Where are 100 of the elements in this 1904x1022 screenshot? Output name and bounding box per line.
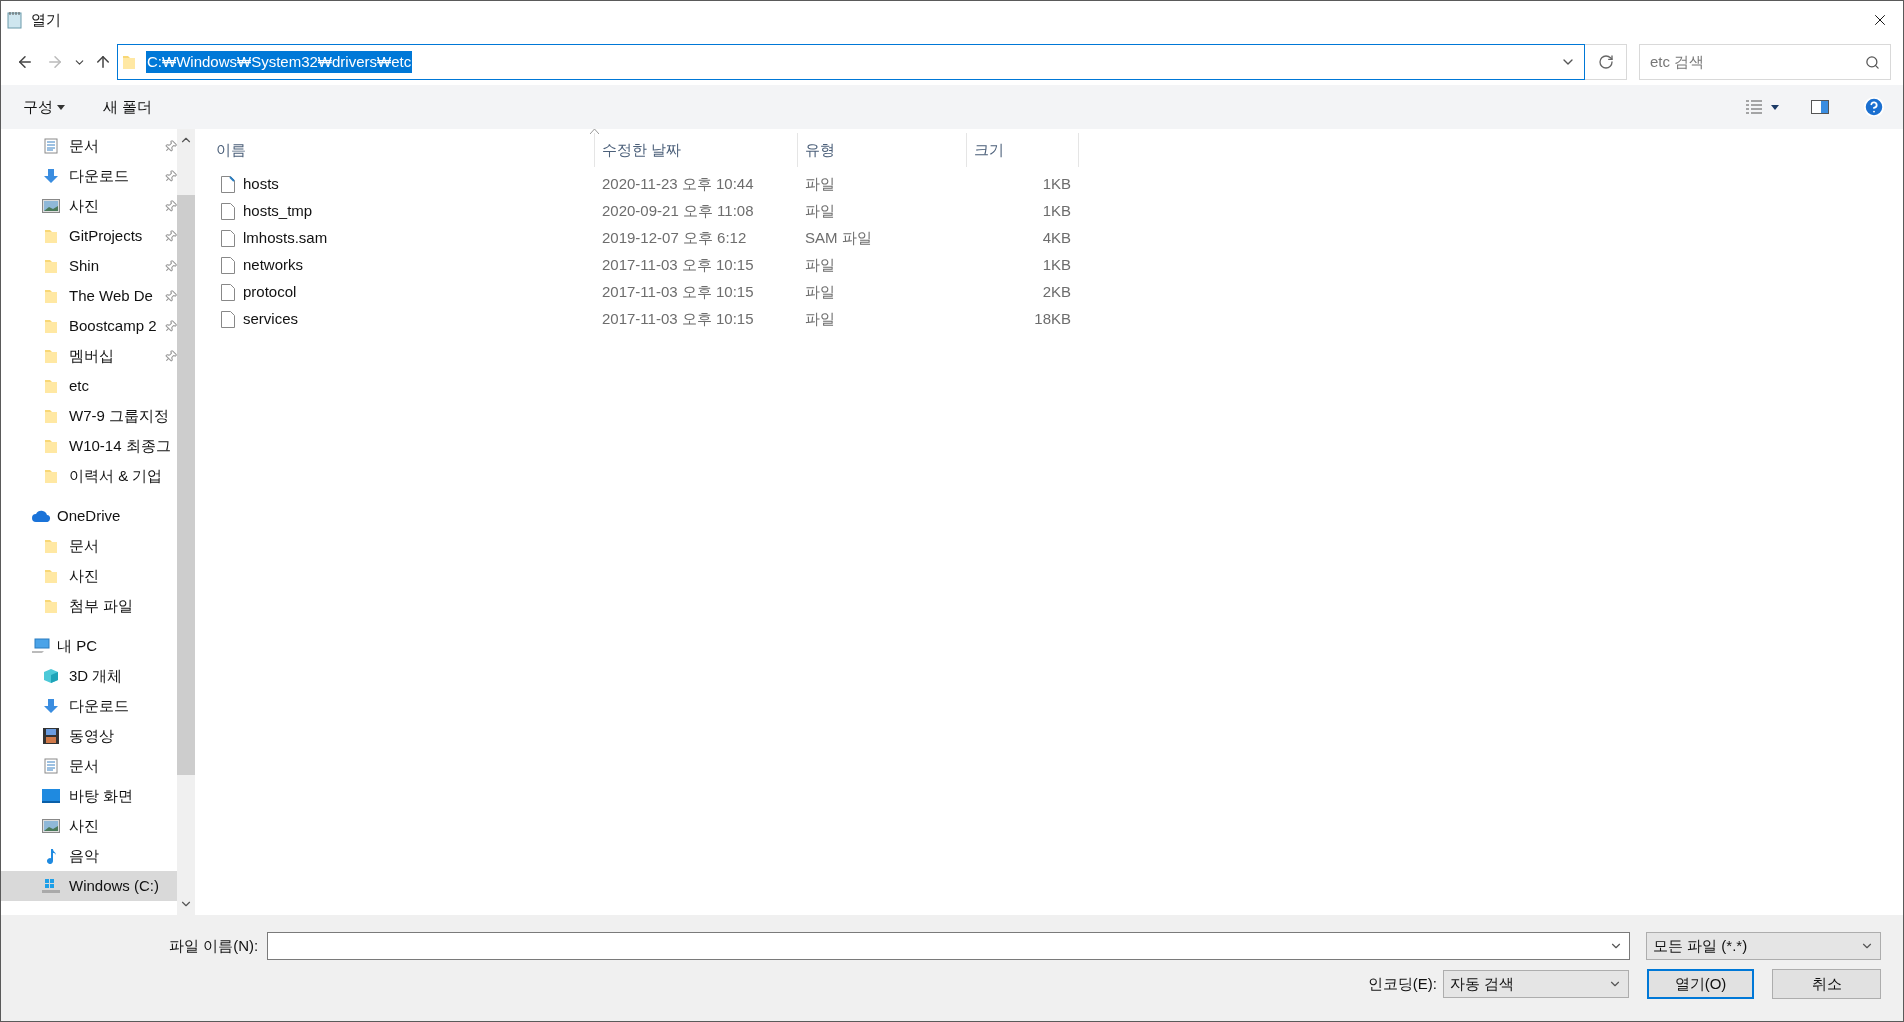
folder-icon — [44, 468, 58, 484]
modified-date: 2017-11-03 오후 10:15 — [601, 309, 755, 330]
new-folder-button[interactable]: 새 폴더 — [103, 95, 153, 119]
sidebar-item[interactable]: 문서 — [1, 131, 177, 161]
file-type: 파일 — [804, 174, 836, 195]
organize-menu-button[interactable]: 구성 — [23, 95, 65, 119]
folder-icon — [44, 318, 58, 334]
sidebar-item[interactable]: etc — [1, 371, 177, 401]
preview-pane-button[interactable] — [1811, 100, 1829, 114]
desktop-icon — [42, 789, 60, 803]
sidebar-item[interactable]: 사진 — [1, 191, 177, 221]
sidebar-item[interactable]: OneDrive — [1, 501, 177, 531]
sidebar-item[interactable]: Shin — [1, 251, 177, 281]
details-view-icon — [1745, 100, 1763, 114]
modified-date: 2017-11-03 오후 10:15 — [601, 282, 755, 303]
sidebar-item[interactable]: 사진 — [1, 561, 177, 591]
sidebar-item[interactable]: 내 PC — [1, 631, 177, 661]
folder-icon — [122, 54, 136, 70]
file-name-field[interactable] — [267, 932, 1630, 960]
view-options-button[interactable] — [1745, 100, 1779, 114]
sidebar-item[interactable]: 바탕 화면 — [1, 781, 177, 811]
sidebar-scrollbar[interactable] — [177, 129, 195, 915]
search-icon — [1865, 54, 1880, 70]
file-size: 2KB — [1042, 282, 1071, 303]
music-note-icon — [45, 848, 57, 864]
file-type: 파일 — [804, 309, 836, 330]
cube-icon — [43, 668, 59, 684]
file-name: networks — [243, 255, 304, 276]
file-row[interactable]: hosts 2020-11-23 오후 10:44 파일 1KB — [215, 171, 1903, 198]
column-header[interactable]: 크기 — [974, 138, 1004, 162]
file-name: protocol — [243, 282, 297, 303]
caret-icon — [1771, 104, 1779, 110]
file-row[interactable]: hosts_tmp 2020-09-21 오후 11:08 파일 1KB — [215, 198, 1903, 225]
download-arrow-icon — [43, 168, 59, 184]
modified-date: 2017-11-03 오후 10:15 — [601, 255, 755, 276]
file-size: 1KB — [1042, 174, 1071, 195]
folder-icon — [44, 438, 58, 454]
sidebar-item[interactable]: 다운로드 — [1, 691, 177, 721]
file-icon — [221, 311, 235, 328]
cancel-button[interactable]: 취소 — [1772, 969, 1881, 999]
file-name-label: 파일 이름(N): — [169, 935, 260, 956]
sort-ascending-icon — [590, 129, 599, 134]
search-box[interactable]: etc 검색 — [1639, 44, 1891, 80]
sidebar-item[interactable]: 음악 — [1, 841, 177, 871]
file-name: services — [243, 309, 298, 330]
sidebar-item[interactable]: 이력서 & 기업 — [1, 461, 177, 491]
window-title: 열기 — [31, 9, 61, 30]
search-field[interactable]: etc 검색 — [1650, 50, 1865, 74]
address-path: C:₩Windows₩System32₩drivers₩etc — [146, 50, 413, 74]
folder-icon — [44, 258, 58, 274]
caret-icon — [57, 104, 65, 110]
landscape-image-icon — [42, 199, 60, 213]
file-type: 파일 — [804, 255, 836, 276]
folder-icon — [44, 538, 58, 554]
sidebar-item[interactable]: 3D 개체 — [1, 661, 177, 691]
sidebar-item[interactable]: 문서 — [1, 751, 177, 781]
column-header[interactable]: 이름 — [216, 138, 246, 162]
sidebar-item[interactable]: W7-9 그룹지정 — [1, 401, 177, 431]
sidebar-item[interactable]: The Web De — [1, 281, 177, 311]
sidebar-item[interactable]: 사진 — [1, 811, 177, 841]
sidebar-item[interactable]: Boostcamp 2 — [1, 311, 177, 341]
file-name: hosts — [243, 174, 279, 195]
file-type-filter[interactable]: 모든 파일 (*.*) — [1646, 932, 1881, 960]
file-row[interactable]: protocol 2017-11-03 오후 10:15 파일 2KB — [215, 279, 1903, 306]
file-icon — [221, 230, 235, 247]
help-icon[interactable] — [1863, 96, 1885, 118]
document-icon — [44, 758, 58, 774]
sidebar-item[interactable]: W10-14 최종그 — [1, 431, 177, 461]
encoding-dropdown[interactable]: 자동 검색 — [1443, 970, 1629, 998]
download-arrow-icon — [43, 698, 59, 714]
open-button[interactable]: 열기(O) — [1647, 969, 1754, 999]
sidebar-item[interactable]: GitProjects — [1, 221, 177, 251]
folder-icon — [44, 408, 58, 424]
sidebar-item[interactable]: 동영상 — [1, 721, 177, 751]
refresh-button[interactable] — [1585, 44, 1627, 80]
sidebar-item[interactable]: 문서 — [1, 531, 177, 561]
folder-icon — [44, 568, 58, 584]
refresh-icon — [1597, 54, 1614, 70]
drive-icon — [41, 878, 61, 894]
sidebar-item[interactable]: 첨부 파일 — [1, 591, 177, 621]
modified-date: 2020-09-21 오후 11:08 — [601, 201, 755, 222]
film-strip-icon — [43, 728, 59, 744]
forward-arrow-icon — [46, 53, 64, 71]
address-field[interactable]: C:₩Windows₩System32₩drivers₩etc — [117, 44, 1585, 80]
file-row[interactable]: networks 2017-11-03 오후 10:15 파일 1KB — [215, 252, 1903, 279]
folder-icon — [44, 598, 58, 614]
file-row[interactable]: lmhosts.sam 2019-12-07 오후 6:12 SAM 파일 4KB — [215, 225, 1903, 252]
column-header[interactable]: 수정한 날짜 — [602, 138, 682, 162]
file-row[interactable]: services 2017-11-03 오후 10:15 파일 18KB — [215, 306, 1903, 333]
folder-icon — [44, 348, 58, 364]
column-header[interactable]: 유형 — [805, 138, 835, 162]
sidebar-item[interactable]: 다운로드 — [1, 161, 177, 191]
sidebar-item[interactable]: 멤버십 — [1, 341, 177, 371]
scrollbar-thumb[interactable] — [177, 195, 195, 775]
file-type: 파일 — [804, 282, 836, 303]
landscape-image-icon — [42, 819, 60, 833]
cloud-icon — [31, 510, 51, 522]
sidebar-item[interactable]: Windows (C:) — [1, 871, 177, 901]
file-icon — [221, 284, 235, 301]
file-icon — [221, 203, 235, 220]
